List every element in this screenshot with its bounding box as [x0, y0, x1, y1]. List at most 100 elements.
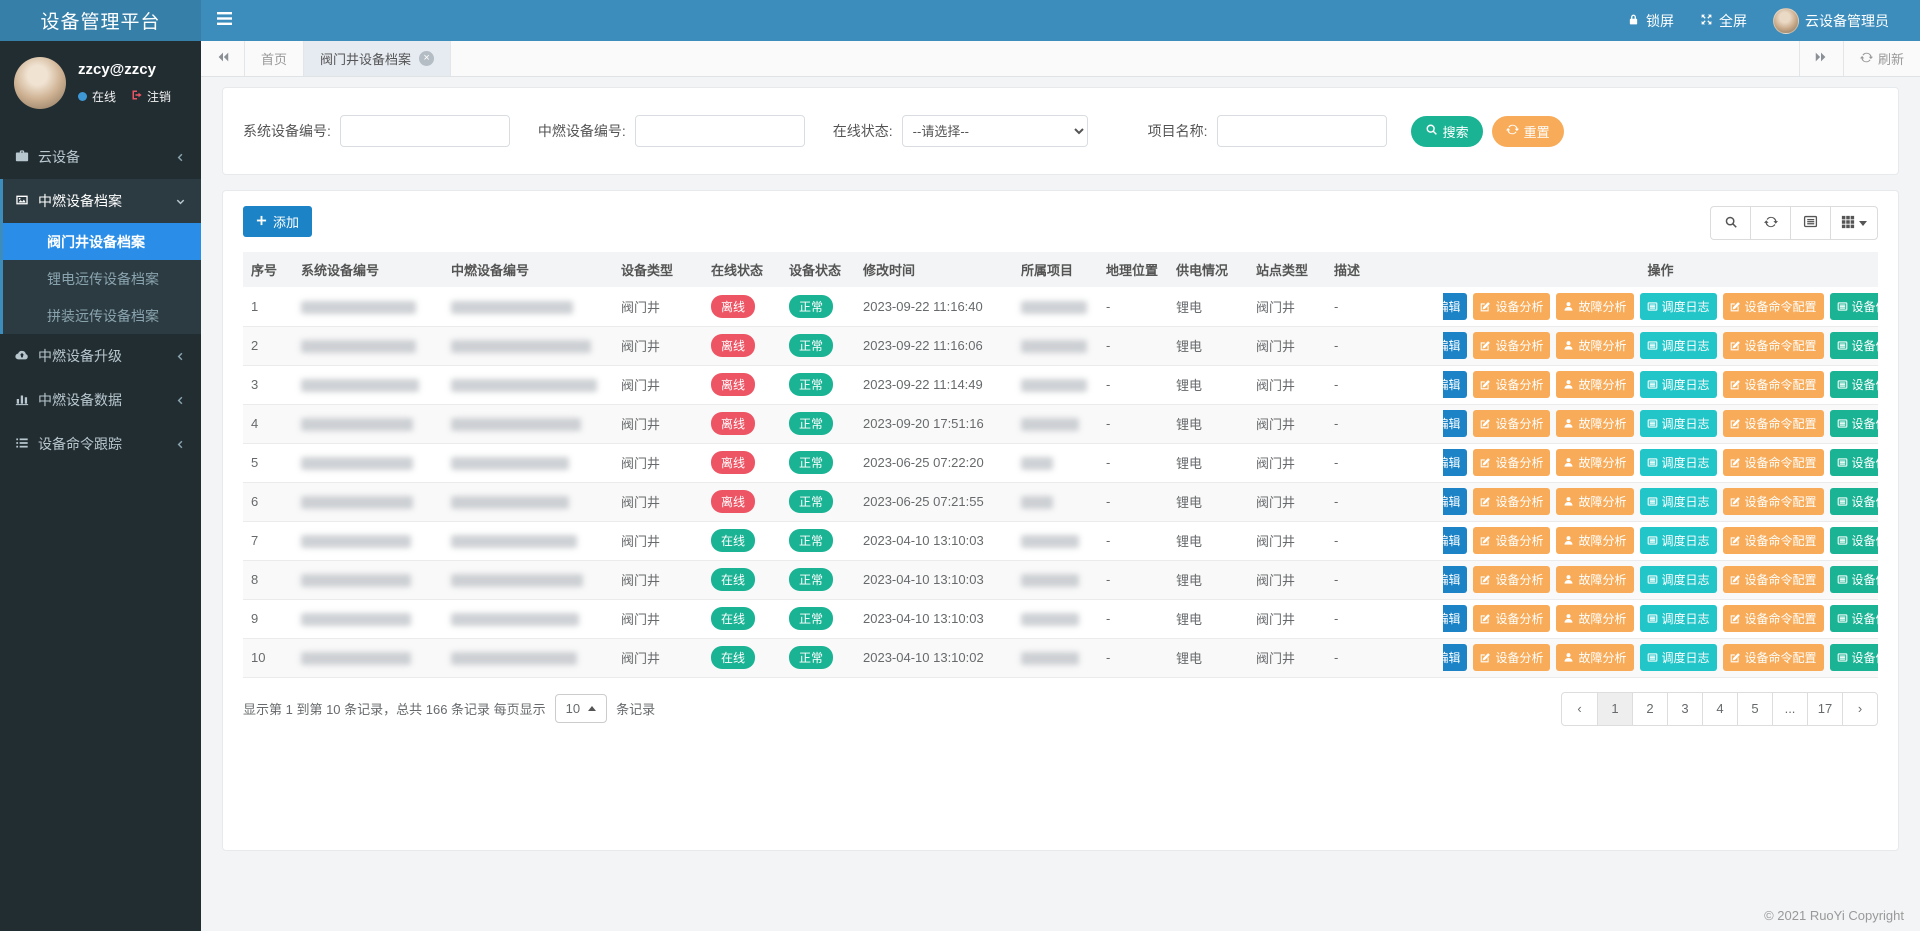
system-device-no-input[interactable]	[340, 115, 510, 147]
sidebar-toggle-button[interactable]	[201, 0, 247, 41]
fault-analysis-button[interactable]: 故障分析	[1556, 488, 1633, 515]
tab-home[interactable]: 首页	[245, 41, 304, 76]
fault-analysis-button[interactable]: 故障分析	[1556, 527, 1633, 554]
device-analysis-button[interactable]: 设备分析	[1473, 410, 1550, 437]
edit-button[interactable]: 编辑	[1443, 566, 1467, 593]
device-command-config-button[interactable]: 设备命令配置	[1723, 644, 1824, 671]
device-info-button[interactable]: 设备信息	[1830, 410, 1878, 437]
device-analysis-button[interactable]: 设备分析	[1473, 566, 1550, 593]
sidebar-item-zr-device-data[interactable]: 中燃设备数据	[0, 378, 201, 422]
device-analysis-button[interactable]: 设备分析	[1473, 293, 1550, 320]
edit-button[interactable]: 编辑	[1443, 332, 1467, 359]
device-command-config-button[interactable]: 设备命令配置	[1723, 449, 1824, 476]
dispatch-log-button[interactable]: 调度日志	[1640, 488, 1717, 515]
tab-valve-well-archive[interactable]: 阀门井设备档案 ×	[304, 41, 451, 76]
table-card-view-button[interactable]	[1790, 206, 1831, 240]
dispatch-log-button[interactable]: 调度日志	[1640, 332, 1717, 359]
page-2[interactable]: 2	[1632, 693, 1667, 725]
logout-button[interactable]: 注销	[131, 88, 171, 105]
device-command-config-button[interactable]: 设备命令配置	[1723, 488, 1824, 515]
device-analysis-button[interactable]: 设备分析	[1473, 488, 1550, 515]
fault-analysis-button[interactable]: 故障分析	[1556, 644, 1633, 671]
user-menu[interactable]: 云设备管理员	[1760, 0, 1902, 41]
device-command-config-button[interactable]: 设备命令配置	[1723, 527, 1824, 554]
sidebar-subitem-assembled-remote-archive[interactable]: 拼装远传设备档案	[3, 297, 201, 334]
project-name-input[interactable]	[1217, 115, 1387, 147]
tabs-scroll-right-button[interactable]	[1799, 41, 1843, 76]
page-4[interactable]: 4	[1702, 693, 1737, 725]
device-analysis-button[interactable]: 设备分析	[1473, 332, 1550, 359]
device-command-config-button[interactable]: 设备命令配置	[1723, 293, 1824, 320]
device-analysis-button[interactable]: 设备分析	[1473, 527, 1550, 554]
device-info-button[interactable]: 设备信息	[1830, 605, 1878, 632]
fault-analysis-button[interactable]: 故障分析	[1556, 332, 1633, 359]
fault-analysis-button[interactable]: 故障分析	[1556, 605, 1633, 632]
tab-close-icon[interactable]: ×	[419, 51, 434, 66]
table-search-toggle-button[interactable]	[1710, 206, 1751, 240]
reset-button[interactable]: 重置	[1492, 116, 1564, 147]
device-command-config-button[interactable]: 设备命令配置	[1723, 605, 1824, 632]
edit-button[interactable]: 编辑	[1443, 371, 1467, 398]
sidebar-item-device-command-tracking[interactable]: 设备命令跟踪	[0, 422, 201, 466]
dispatch-log-button[interactable]: 调度日志	[1640, 293, 1717, 320]
tabs-scroll-left-button[interactable]	[201, 41, 245, 76]
edit-button[interactable]: 编辑	[1443, 449, 1467, 476]
dispatch-log-button[interactable]: 调度日志	[1640, 449, 1717, 476]
edit-button[interactable]: 编辑	[1443, 293, 1467, 320]
edit-button[interactable]: 编辑	[1443, 644, 1467, 671]
device-info-button[interactable]: 设备信息	[1830, 488, 1878, 515]
page-1[interactable]: 1	[1597, 693, 1632, 725]
device-info-button[interactable]: 设备信息	[1830, 371, 1878, 398]
edit-button[interactable]: 编辑	[1443, 605, 1467, 632]
search-button[interactable]: 搜索	[1411, 116, 1483, 147]
device-command-config-button[interactable]: 设备命令配置	[1723, 566, 1824, 593]
sidebar-item-cloud-device[interactable]: 云设备	[0, 135, 201, 179]
device-info-button[interactable]: 设备信息	[1830, 527, 1878, 554]
sidebar-item-zr-device-archive[interactable]: 中燃设备档案	[3, 179, 201, 223]
online-state-select[interactable]: --请选择--	[902, 115, 1088, 147]
dispatch-log-button[interactable]: 调度日志	[1640, 371, 1717, 398]
dispatch-log-button[interactable]: 调度日志	[1640, 527, 1717, 554]
page-size-dropdown[interactable]: 10	[555, 694, 607, 723]
device-info-button[interactable]: 设备信息	[1830, 644, 1878, 671]
device-info-button[interactable]: 设备信息	[1830, 293, 1878, 320]
fault-analysis-button[interactable]: 故障分析	[1556, 371, 1633, 398]
fault-analysis-button[interactable]: 故障分析	[1556, 293, 1633, 320]
lock-screen-button[interactable]: 锁屏	[1614, 0, 1687, 41]
device-command-config-button[interactable]: 设备命令配置	[1723, 332, 1824, 359]
page-17[interactable]: 17	[1807, 693, 1842, 725]
device-analysis-button[interactable]: 设备分析	[1473, 449, 1550, 476]
edit-button[interactable]: 编辑	[1443, 488, 1467, 515]
device-command-config-button[interactable]: 设备命令配置	[1723, 371, 1824, 398]
device-info-button[interactable]: 设备信息	[1830, 566, 1878, 593]
device-info-button[interactable]: 设备信息	[1830, 449, 1878, 476]
dispatch-log-button[interactable]: 调度日志	[1640, 644, 1717, 671]
edit-button[interactable]: 编辑	[1443, 527, 1467, 554]
tab-refresh-button[interactable]: 刷新	[1843, 41, 1920, 76]
device-analysis-button[interactable]: 设备分析	[1473, 371, 1550, 398]
sidebar-subitem-lithium-remote-archive[interactable]: 锂电远传设备档案	[3, 260, 201, 297]
dispatch-log-button[interactable]: 调度日志	[1640, 566, 1717, 593]
page-next[interactable]: ›	[1842, 693, 1877, 725]
dispatch-log-button[interactable]: 调度日志	[1640, 605, 1717, 632]
page-5[interactable]: 5	[1737, 693, 1772, 725]
page-3[interactable]: 3	[1667, 693, 1702, 725]
device-analysis-button[interactable]: 设备分析	[1473, 605, 1550, 632]
add-button[interactable]: 添加	[243, 206, 312, 237]
edit-button[interactable]: 编辑	[1443, 410, 1467, 437]
page-prev[interactable]: ‹	[1562, 693, 1597, 725]
device-info-button[interactable]: 设备信息	[1830, 332, 1878, 359]
table-refresh-button[interactable]	[1750, 206, 1791, 240]
sidebar-subitem-valve-well-archive[interactable]: 阀门井设备档案	[3, 223, 201, 260]
fault-analysis-button[interactable]: 故障分析	[1556, 566, 1633, 593]
dispatch-log-button[interactable]: 调度日志	[1640, 410, 1717, 437]
fault-analysis-button[interactable]: 故障分析	[1556, 449, 1633, 476]
sidebar-item-zr-device-upgrade[interactable]: 中燃设备升级	[0, 334, 201, 378]
device-command-config-button[interactable]: 设备命令配置	[1723, 410, 1824, 437]
device-analysis-button[interactable]: 设备分析	[1473, 644, 1550, 671]
fault-analysis-button[interactable]: 故障分析	[1556, 410, 1633, 437]
page-ellipsis[interactable]: ...	[1772, 693, 1807, 725]
zr-device-no-input[interactable]	[635, 115, 805, 147]
table-columns-button[interactable]	[1830, 206, 1878, 240]
fullscreen-button[interactable]: 全屏	[1687, 0, 1760, 41]
